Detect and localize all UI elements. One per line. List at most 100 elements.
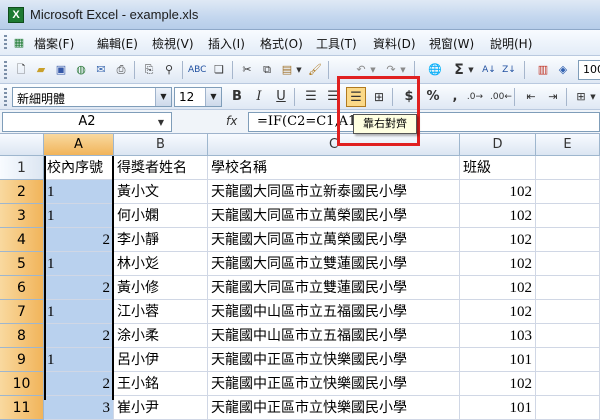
cell-school[interactable]: 天龍國大同區市立萬榮國民小學 xyxy=(208,228,460,252)
menu-data[interactable]: 資料(D) xyxy=(373,35,416,52)
cell-serial[interactable]: 1 xyxy=(44,204,114,228)
print-preview-icon[interactable]: ⎘ xyxy=(140,61,158,79)
column-header-e[interactable]: E xyxy=(536,134,600,156)
decrease-decimal-icon[interactable]: .00← xyxy=(490,88,512,106)
new-file-icon[interactable]: 🗋 xyxy=(12,61,30,79)
drawing-icon[interactable]: ◈ xyxy=(554,61,572,79)
borders-dropdown-icon[interactable]: ▼ xyxy=(588,88,598,106)
hyperlink-icon[interactable]: 🌐 xyxy=(426,61,444,79)
cell-empty[interactable] xyxy=(536,276,600,300)
cell-serial[interactable]: 2 xyxy=(44,372,114,396)
select-all-corner[interactable] xyxy=(0,134,44,156)
menu-help[interactable]: 說明(H) xyxy=(490,35,532,52)
row-header[interactable]: 5 xyxy=(0,252,44,276)
cell-class[interactable]: 102 xyxy=(460,180,536,204)
cell-empty[interactable] xyxy=(536,372,600,396)
toolbar-grip[interactable] xyxy=(4,88,7,106)
row-header[interactable]: 9 xyxy=(0,348,44,372)
permission-icon[interactable]: ◍ xyxy=(72,61,90,79)
cell-empty[interactable] xyxy=(536,324,600,348)
email-icon[interactable]: ✉ xyxy=(92,61,110,79)
formula-input[interactable]: =IF(C2=C1,A1+ xyxy=(248,112,600,132)
zoom-combo[interactable]: 100 xyxy=(578,60,600,80)
column-header-d[interactable]: D xyxy=(460,134,536,156)
italic-button[interactable]: I xyxy=(250,88,268,106)
menu-insert[interactable]: 插入(I) xyxy=(208,35,245,52)
cell-name[interactable]: 得獎者姓名 xyxy=(114,156,208,180)
bold-button[interactable]: B xyxy=(228,88,246,106)
name-box-dropdown-icon[interactable]: ▼ xyxy=(154,114,168,132)
cell-class[interactable]: 班級 xyxy=(460,156,536,180)
cell-class[interactable]: 102 xyxy=(460,300,536,324)
menu-grip[interactable] xyxy=(4,35,7,51)
percent-button[interactable]: % xyxy=(424,88,442,106)
menu-view[interactable]: 檢視(V) xyxy=(152,35,194,52)
cell-school[interactable]: 學校名稱 xyxy=(208,156,460,180)
cell-name[interactable]: 黃小文 xyxy=(114,180,208,204)
menu-edit[interactable]: 編輯(E) xyxy=(97,35,138,52)
cell-school[interactable]: 天龍國大同區市立雙蓮國民小學 xyxy=(208,276,460,300)
column-header-c[interactable]: C xyxy=(208,134,460,156)
cell-name[interactable]: 涂小柔 xyxy=(114,324,208,348)
cell-name[interactable]: 李小靜 xyxy=(114,228,208,252)
row-header[interactable]: 1 xyxy=(0,156,44,180)
cell-school[interactable]: 天龍國中正區市立快樂國民小學 xyxy=(208,372,460,396)
cell-serial[interactable]: 1 xyxy=(44,180,114,204)
cell-empty[interactable] xyxy=(536,180,600,204)
row-header[interactable]: 8 xyxy=(0,324,44,348)
menu-tools[interactable]: 工具(T) xyxy=(316,35,357,52)
cell-class[interactable]: 102 xyxy=(460,228,536,252)
cell-name[interactable]: 黃小修 xyxy=(114,276,208,300)
menu-window[interactable]: 視窗(W) xyxy=(429,35,474,52)
cell-serial[interactable]: 2 xyxy=(44,324,114,348)
row-header[interactable]: 4 xyxy=(0,228,44,252)
cell-empty[interactable] xyxy=(536,204,600,228)
align-left-icon[interactable]: ☰ xyxy=(302,88,320,106)
open-folder-icon[interactable]: ▰ xyxy=(32,61,50,79)
chevron-down-icon[interactable]: ▼ xyxy=(205,88,221,106)
workbook-icon[interactable]: ▦ xyxy=(10,34,28,52)
cell-empty[interactable] xyxy=(536,252,600,276)
cell-class[interactable]: 102 xyxy=(460,276,536,300)
name-box[interactable]: A2 xyxy=(2,112,172,132)
cell-school[interactable]: 天龍國中山區市立五福國民小學 xyxy=(208,324,460,348)
cell-school[interactable]: 天龍國中正區市立快樂國民小學 xyxy=(208,348,460,372)
cell-school[interactable]: 天龍國大同區市立新泰國民小學 xyxy=(208,180,460,204)
comma-style-button[interactable]: , xyxy=(446,88,464,106)
cell-name[interactable]: 何小嫻 xyxy=(114,204,208,228)
cell-class[interactable]: 101 xyxy=(460,348,536,372)
print-icon[interactable]: ⎙ xyxy=(112,61,130,79)
cell-class[interactable]: 102 xyxy=(460,252,536,276)
font-name-combo[interactable]: 新細明體 ▼ xyxy=(12,87,172,107)
menu-file[interactable]: 檔案(F) xyxy=(34,35,74,52)
paste-dropdown-icon[interactable]: ▼ xyxy=(294,61,304,79)
increase-decimal-icon[interactable]: .0→ xyxy=(466,88,484,106)
chart-wizard-icon[interactable]: ▥ xyxy=(534,61,552,79)
cell-name[interactable]: 林小彣 xyxy=(114,252,208,276)
cell-school[interactable]: 天龍國中山區市立五福國民小學 xyxy=(208,300,460,324)
cell-class[interactable]: 102 xyxy=(460,204,536,228)
row-header[interactable]: 7 xyxy=(0,300,44,324)
cell-name[interactable]: 呂小伊 xyxy=(114,348,208,372)
toolbar-grip[interactable] xyxy=(4,61,7,79)
save-icon[interactable]: ▣ xyxy=(52,61,70,79)
cell-name[interactable]: 江小蓉 xyxy=(114,300,208,324)
cell-serial[interactable]: 校內序號 xyxy=(44,156,114,180)
autosum-dropdown-icon[interactable]: ▼ xyxy=(466,61,476,79)
cell-serial[interactable]: 1 xyxy=(44,300,114,324)
insert-function-button[interactable]: fx xyxy=(226,114,237,128)
decrease-indent-icon[interactable]: ⇤ xyxy=(522,88,540,106)
cell-serial[interactable]: 2 xyxy=(44,276,114,300)
sort-descending-icon[interactable]: Z↓ xyxy=(500,61,518,79)
cell-class[interactable]: 103 xyxy=(460,324,536,348)
copy-icon[interactable]: ⧉ xyxy=(258,61,276,79)
cell-serial[interactable]: 2 xyxy=(44,228,114,252)
cell-school[interactable]: 天龍國大同區市立雙蓮國民小學 xyxy=(208,252,460,276)
cell-class[interactable]: 102 xyxy=(460,372,536,396)
research-book-icon[interactable]: ❏ xyxy=(210,61,228,79)
row-header[interactable]: 6 xyxy=(0,276,44,300)
research-icon[interactable]: ⚲ xyxy=(160,61,178,79)
cell-serial[interactable]: 1 xyxy=(44,348,114,372)
cut-icon[interactable]: ✂ xyxy=(238,61,256,79)
underline-button[interactable]: U xyxy=(272,88,290,106)
